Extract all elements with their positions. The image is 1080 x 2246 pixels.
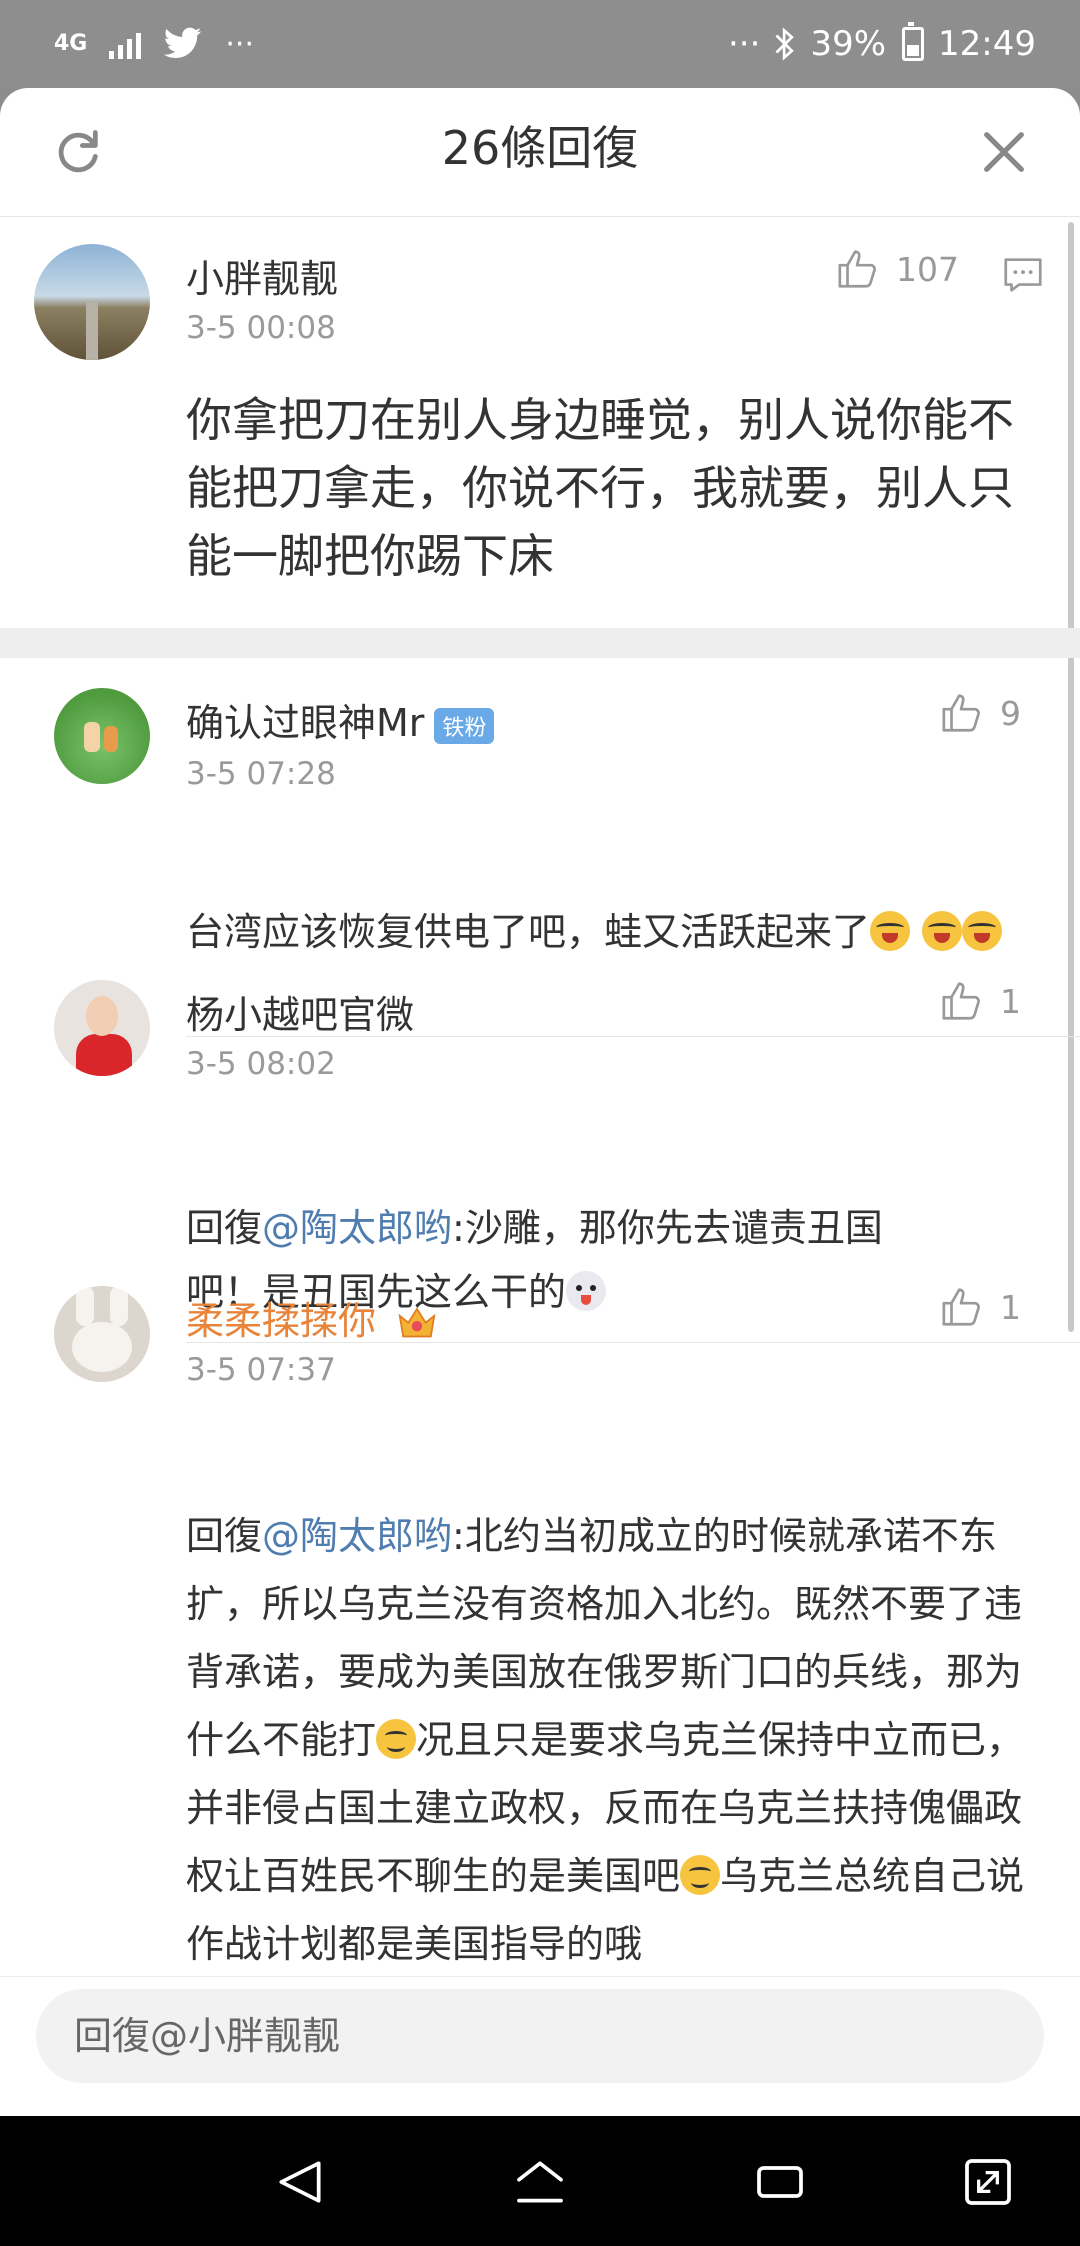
crying-laughing-emoji: [962, 911, 1003, 951]
like-button[interactable]: 1: [940, 978, 1021, 1024]
comment-time: 3-5 07:28: [186, 756, 336, 792]
husky-emoji: [566, 1271, 607, 1311]
comment-time: 3-5 08:02: [186, 1046, 336, 1082]
username[interactable]: 小胖靓靓: [186, 248, 338, 303]
status-bar: 4G ··· ··· 39% 12:49: [0, 0, 1080, 88]
section-divider: [0, 628, 1080, 658]
like-button[interactable]: 107: [836, 246, 959, 292]
like-button[interactable]: 9: [940, 690, 1021, 736]
like-count: 1: [1000, 981, 1021, 1021]
back-icon[interactable]: [272, 2154, 328, 2210]
thumb-up-icon: [942, 982, 980, 1020]
network-type: 4G: [54, 31, 88, 56]
like-count: 107: [896, 249, 959, 289]
username[interactable]: 确认过眼神Mr: [186, 701, 424, 745]
clock: 12:49: [938, 24, 1036, 64]
comment-icon[interactable]: [1000, 252, 1046, 298]
recents-icon[interactable]: [752, 2154, 808, 2210]
mention-link[interactable]: @陶太郎哟: [262, 1206, 452, 1250]
avatar[interactable]: [54, 688, 150, 784]
reply-prefix: 回復: [186, 1514, 263, 1558]
reply-prefix: 回復: [186, 1206, 263, 1250]
crying-laughing-emoji: [922, 911, 963, 951]
username[interactable]: 柔柔揉揉你: [186, 1299, 376, 1343]
more-notifications: ···: [225, 26, 254, 62]
replies-sheet: 26條回復 小胖靓靓 3-5 00:08 107 你拿把刀在别人身边睡觉，别人说…: [0, 88, 1080, 2116]
battery-percent: 39%: [810, 24, 887, 64]
avatar[interactable]: [54, 980, 150, 1076]
crying-laughing-emoji: [870, 911, 911, 951]
twitter-icon: [164, 27, 202, 58]
like-count: 1: [1000, 1287, 1021, 1327]
like-count: 9: [1000, 693, 1021, 733]
page-title: 26條回復: [441, 121, 639, 175]
expand-icon[interactable]: [960, 2154, 1016, 2210]
comment-text: 你拿把刀在别人身边睡觉，别人说你能不能把刀拿走，你说不行，我就要，别人只能一脚把…: [186, 393, 1014, 583]
signal-icon: [109, 29, 142, 59]
avatar[interactable]: [54, 1286, 150, 1382]
home-icon[interactable]: [512, 2154, 568, 2210]
mention-link[interactable]: @陶太郎哟: [262, 1514, 452, 1558]
battery-icon: [902, 22, 925, 61]
comment-time: 3-5 00:08: [186, 310, 336, 346]
reply-input[interactable]: 回復@小胖靓靓: [36, 1989, 1044, 2083]
thumb-up-icon: [838, 250, 876, 288]
close-icon[interactable]: [978, 126, 1030, 178]
sheet-header: 26條回復: [0, 88, 1080, 217]
thumb-up-icon: [942, 694, 980, 732]
smile-emoji: [680, 1855, 721, 1895]
bluetooth-icon: [775, 27, 795, 61]
navigation-bar: [0, 2116, 1080, 2246]
thumb-up-icon: [942, 1288, 980, 1326]
reply-bar: 回復@小胖靓靓: [0, 1976, 1080, 2116]
more-status: ···: [728, 24, 761, 64]
fan-badge: 铁粉: [434, 707, 495, 744]
comment-text: 台湾应该恢复供电了吧，蛙又活跃起来了: [186, 910, 871, 954]
crown-badge-icon: [398, 1307, 436, 1338]
comment-time: 3-5 07:37: [186, 1352, 336, 1388]
main-comment: 小胖靓靓 3-5 00:08 107 你拿把刀在别人身边睡觉，别人说你能不能把刀…: [0, 218, 1080, 628]
username[interactable]: 杨小越吧官微: [186, 984, 414, 1039]
smile-emoji: [376, 1719, 417, 1759]
avatar[interactable]: [34, 244, 150, 360]
like-button[interactable]: 1: [940, 1284, 1021, 1330]
